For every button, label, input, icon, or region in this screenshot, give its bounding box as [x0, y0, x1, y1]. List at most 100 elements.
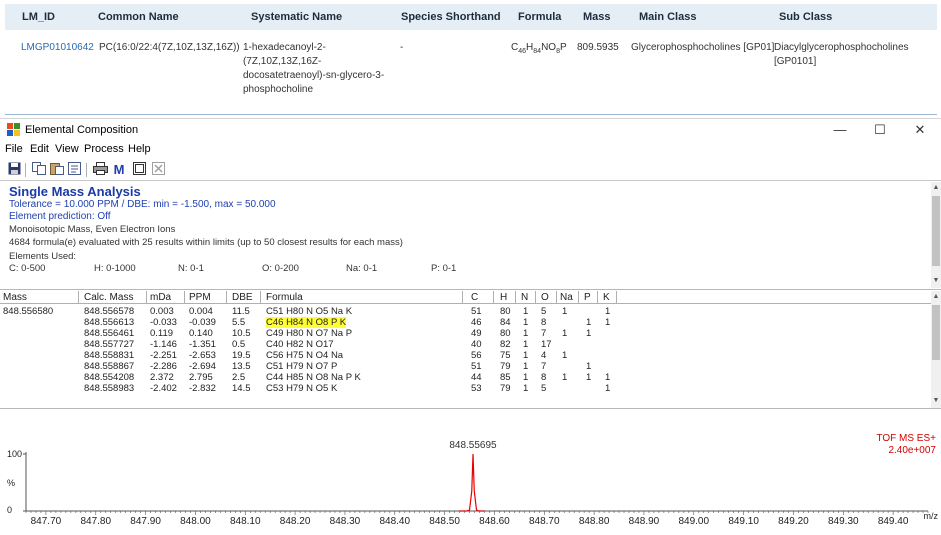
cell-n: 1: [523, 306, 529, 317]
col-ppm[interactable]: PPM: [189, 292, 211, 303]
col-divider: [226, 291, 227, 304]
header-main-class[interactable]: Main Class: [639, 11, 696, 23]
header-formula[interactable]: Formula: [518, 11, 561, 23]
cell-calc: 848.554208: [84, 372, 135, 383]
cell-ppm: 0.004: [189, 306, 213, 317]
x-axis-label: m/z: [924, 511, 939, 521]
lm-id-link[interactable]: LMGP01010642: [21, 41, 94, 55]
col-calc-mass[interactable]: Calc. Mass: [84, 292, 133, 303]
cell-formula: C40 H82 N O17: [266, 339, 334, 350]
cell-dbe: 13.5: [232, 361, 251, 372]
formula-c-count: 46: [518, 48, 527, 55]
table-row[interactable]: 848.558983 -2.402 -2.832 14.5 C53 H79 N O5 K…: [0, 383, 931, 394]
info-scrollbar[interactable]: ▲ ▼: [931, 182, 941, 288]
spectrum-svg: TOF MS ES+ 2.40e+007 100 % 0 m/z 847.70 8…: [7, 433, 939, 527]
x-tick-label: 848.20: [280, 516, 311, 527]
scroll-up-icon[interactable]: ▲: [931, 184, 941, 191]
formula-h-count: 84: [533, 48, 542, 55]
cell-mda: -1.146: [150, 339, 177, 350]
cell-calc: 848.558983: [84, 383, 135, 394]
x-tick-label: 849.30: [828, 516, 859, 527]
table-row[interactable]: 848.557727 -1.146 -1.351 0.5 C40 H82 N O17 40…: [0, 339, 931, 350]
cell-h: 85: [500, 372, 511, 383]
header-mass[interactable]: Mass: [583, 11, 611, 23]
scroll-down-icon[interactable]: ▼: [931, 397, 941, 404]
table-row[interactable]: 848.556580 848.556578 0.003 0.004 11.5 C51 H8…: [0, 306, 931, 317]
cell-c: 56: [471, 350, 482, 361]
cell-h: 84: [500, 317, 511, 328]
table-row[interactable]: 848.556461 0.119 0.140 10.5 C49 H80 N O7 Na …: [0, 328, 931, 339]
divider: [5, 114, 937, 115]
menu-file[interactable]: File: [5, 143, 23, 155]
col-dbe[interactable]: DBE: [232, 292, 253, 303]
x-tick-label: 849.40: [878, 516, 909, 527]
mass-spectrum-chart[interactable]: TOF MS ES+ 2.40e+007 100 % 0 m/z 847.70 8…: [0, 410, 941, 530]
scroll-thumb[interactable]: [932, 305, 940, 360]
cell-dbe: 19.5: [232, 350, 251, 361]
cell-mda: -2.286: [150, 361, 177, 372]
header-common-name[interactable]: Common Name: [98, 11, 179, 23]
scroll-down-icon[interactable]: ▼: [931, 277, 941, 284]
copy-icon[interactable]: [31, 162, 47, 178]
scroll-up-icon[interactable]: ▲: [931, 293, 941, 300]
cell-h: 80: [500, 306, 511, 317]
menu-view[interactable]: View: [55, 143, 79, 155]
col-p[interactable]: P: [584, 292, 591, 303]
cell-mda: 0.003: [150, 306, 174, 317]
header-lm-id[interactable]: LM_ID: [22, 11, 55, 23]
table-row[interactable]: 848.558867 -2.286 -2.694 13.5 C51 H79 N O7 P…: [0, 361, 931, 372]
cell-formula: C51 H79 N O7 P: [266, 361, 338, 372]
col-c[interactable]: C: [471, 292, 478, 303]
table-row[interactable]: 848.554208 2.372 2.795 2.5 C44 H85 N O8 Na P…: [0, 372, 931, 383]
systematic-name-line-2: (7Z,10Z,13Z,16Z-: [243, 56, 322, 67]
toolbar-separator: [25, 163, 26, 177]
col-n[interactable]: N: [521, 292, 528, 303]
col-o[interactable]: O: [541, 292, 549, 303]
col-h[interactable]: H: [500, 292, 507, 303]
header-sub-class[interactable]: Sub Class: [779, 11, 832, 23]
element-p-range: P: 0-1: [431, 263, 457, 274]
menu-process[interactable]: Process: [84, 143, 124, 155]
cell-c: 46: [471, 317, 482, 328]
table-row[interactable]: 848.558831 -2.251 -2.653 19.5 C56 H75 N O4 N…: [0, 350, 931, 361]
analysis-info-panel: Single Mass Analysis Tolerance = 10.000 …: [0, 182, 941, 290]
menu-edit[interactable]: Edit: [30, 143, 49, 155]
maximize-button[interactable]: ☐: [860, 119, 900, 141]
header-species-shorthand[interactable]: Species Shorthand: [401, 11, 501, 23]
cell-o: 8: [541, 317, 547, 328]
lipid-maps-table: LM_ID Common Name Systematic Name Specie…: [0, 0, 941, 118]
col-divider: [462, 291, 463, 304]
col-mass[interactable]: Mass: [3, 292, 27, 303]
results-scrollbar[interactable]: ▲ ▼: [931, 291, 941, 408]
scroll-thumb[interactable]: [932, 196, 940, 266]
properties-icon[interactable]: [67, 162, 83, 178]
header-systematic-name[interactable]: Systematic Name: [251, 11, 342, 23]
lm-table-header: LM_ID Common Name Systematic Name Specie…: [5, 4, 937, 30]
cell-c: 44: [471, 372, 482, 383]
m-icon[interactable]: M: [111, 162, 127, 178]
cell-ppm: 0.140: [189, 328, 213, 339]
element-h-range: H: 0-1000: [94, 263, 136, 274]
sub-class-line-1: Diacylglycerophosphocholines: [774, 42, 909, 53]
table-row[interactable]: 848.556613 -0.033 -0.039 5.5 C46 H84 N O8 P …: [0, 317, 931, 328]
close-button[interactable]: ✕: [900, 119, 940, 141]
col-mda[interactable]: mDa: [150, 292, 171, 303]
elements-used-label: Elements Used:: [9, 251, 77, 262]
paste-icon[interactable]: [49, 162, 65, 178]
col-divider: [616, 291, 617, 304]
menu-bar: File Edit View Process Help: [0, 141, 941, 159]
col-formula[interactable]: Formula: [266, 292, 303, 303]
common-name: PC(16:0/22:4(7Z,10Z,13Z,16Z)): [99, 42, 240, 53]
menu-help[interactable]: Help: [128, 143, 151, 155]
col-k[interactable]: K: [603, 292, 610, 303]
print-icon[interactable]: [92, 162, 108, 178]
save-icon[interactable]: [6, 162, 22, 178]
col-na[interactable]: Na: [560, 292, 573, 303]
window-icon[interactable]: [131, 162, 147, 178]
cell-calc: 848.556613: [84, 317, 135, 328]
col-divider: [515, 291, 516, 304]
close-doc-icon[interactable]: [150, 162, 166, 178]
x-tick-label: 848.50: [429, 516, 460, 527]
title-bar[interactable]: Elemental Composition — ☐ ✕: [0, 119, 941, 141]
minimize-button[interactable]: —: [820, 119, 860, 141]
